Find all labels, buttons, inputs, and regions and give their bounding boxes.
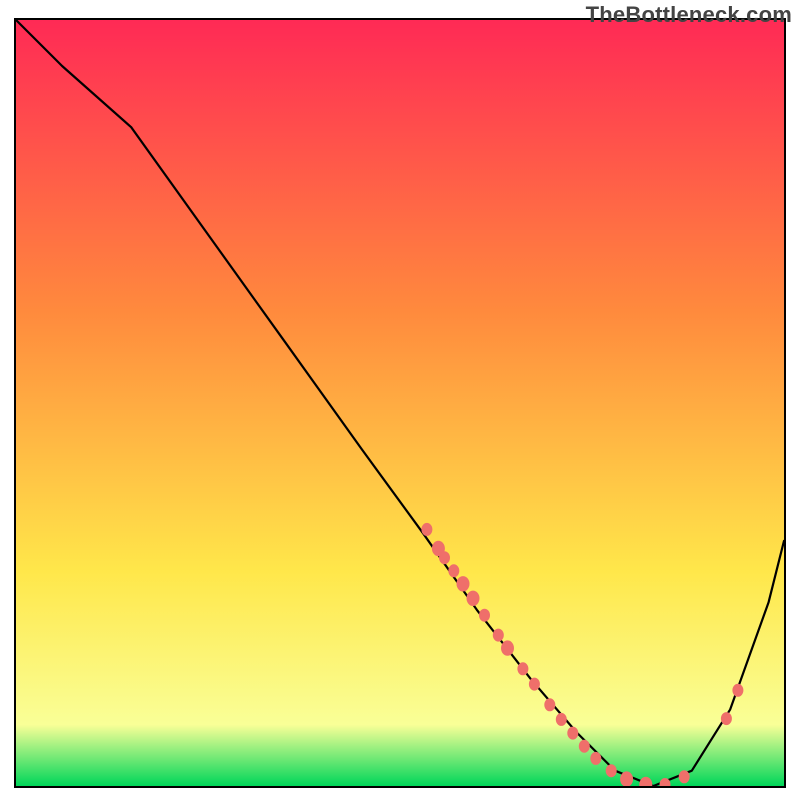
marker-dot [457, 577, 469, 591]
marker-dot [529, 678, 539, 690]
plot-frame [14, 18, 786, 788]
marker-dot [440, 552, 450, 564]
marker-dot [449, 565, 459, 577]
gradient-background [16, 20, 784, 786]
marker-dot [502, 641, 514, 655]
plot-svg [16, 20, 784, 786]
marker-dot [679, 771, 689, 783]
marker-dot [518, 663, 528, 675]
marker-dot [422, 523, 432, 535]
chart-stage: TheBottleneck.com [0, 0, 800, 800]
marker-dot [591, 752, 601, 764]
marker-dot [660, 779, 670, 787]
marker-dot [467, 591, 479, 605]
marker-dot [556, 713, 566, 725]
marker-dot [606, 765, 616, 777]
marker-dot [568, 727, 578, 739]
marker-dot [579, 740, 589, 752]
marker-dot [545, 699, 555, 711]
marker-dot [480, 609, 490, 621]
marker-dot [493, 629, 503, 641]
marker-dot [733, 684, 743, 696]
watermark-text: TheBottleneck.com [586, 2, 792, 28]
marker-dot [721, 713, 731, 725]
marker-dot [621, 772, 633, 786]
